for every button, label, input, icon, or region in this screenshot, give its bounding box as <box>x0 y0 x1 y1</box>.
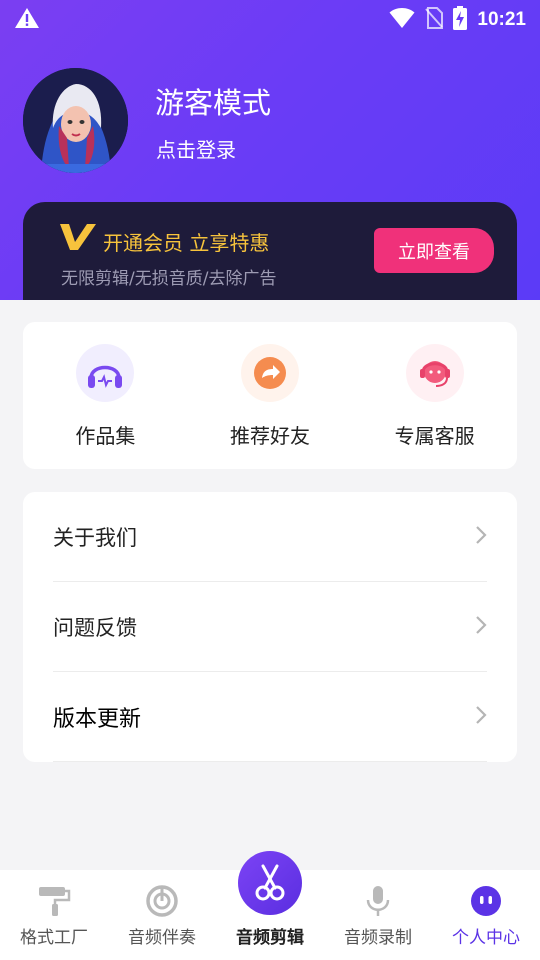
view-now-button[interactable]: 立即查看 <box>374 228 494 273</box>
tab-record[interactable]: 音频录制 <box>324 870 432 960</box>
menu-item-about[interactable]: 关于我们 <box>53 492 487 582</box>
status-time: 10:21 <box>477 9 526 30</box>
tab-accompaniment[interactable]: 音频伴奏 <box>108 870 216 960</box>
quick-action-support[interactable]: 专属客服 <box>352 322 517 469</box>
customer-service-icon <box>405 344 464 402</box>
vip-title: 开通会员 立享特惠 <box>103 231 270 255</box>
username: 游客模式 <box>155 86 272 120</box>
tab-label: 音频剪辑 <box>236 928 304 948</box>
quick-actions-card: 作品集 推荐好友 专属客服 <box>23 322 517 469</box>
menu-item-update[interactable]: 版本更新 <box>53 672 487 762</box>
battery-charging-icon <box>453 6 468 34</box>
scissors-icon[interactable] <box>238 851 302 915</box>
login-link[interactable]: 点击登录 <box>156 134 236 163</box>
vip-crown-icon <box>60 222 96 256</box>
no-sim-icon <box>425 7 444 33</box>
headphones-icon <box>76 344 135 402</box>
quick-action-label: 推荐好友 <box>230 424 310 448</box>
quick-action-portfolio[interactable]: 作品集 <box>23 322 188 469</box>
menu-item-label: 关于我们 <box>53 525 137 550</box>
vip-banner[interactable]: 开通会员 立享特惠 无限剪辑/无损音质/去除广告 立即查看 <box>23 202 517 300</box>
tab-label: 个人中心 <box>452 928 520 948</box>
warning-icon <box>14 7 40 33</box>
menu-item-label: 问题反馈 <box>53 615 137 640</box>
chevron-right-icon <box>475 705 487 729</box>
paint-roller-icon <box>37 884 71 918</box>
quick-action-invite[interactable]: 推荐好友 <box>188 322 353 469</box>
tab-format-factory[interactable]: 格式工厂 <box>0 870 108 960</box>
chevron-right-icon <box>475 615 487 639</box>
menu-item-feedback[interactable]: 问题反馈 <box>53 582 487 672</box>
vip-subtitle: 无限剪辑/无损音质/去除广告 <box>61 269 277 289</box>
profile-face-icon <box>470 884 502 918</box>
wifi-icon <box>389 7 415 33</box>
profile-header: 10:21 游客模式 点击登录 开通会员 立享特惠 无限剪辑/无损音质/去除广告… <box>0 0 540 300</box>
quick-action-label: 专属客服 <box>394 424 475 448</box>
microphone-icon <box>365 884 391 918</box>
settings-menu: 关于我们 问题反馈 版本更新 <box>23 492 517 762</box>
quick-action-label: 作品集 <box>75 424 136 448</box>
tab-label: 音频伴奏 <box>128 928 196 948</box>
tab-profile[interactable]: 个人中心 <box>432 870 540 960</box>
status-bar: 10:21 <box>0 0 540 36</box>
avatar[interactable] <box>23 68 128 173</box>
menu-item-label: 版本更新 <box>53 706 142 732</box>
tab-label: 音频录制 <box>344 928 412 948</box>
tab-label: 格式工厂 <box>20 928 88 948</box>
disc-icon <box>146 884 178 918</box>
chevron-right-icon <box>475 525 487 549</box>
share-icon <box>241 344 299 402</box>
